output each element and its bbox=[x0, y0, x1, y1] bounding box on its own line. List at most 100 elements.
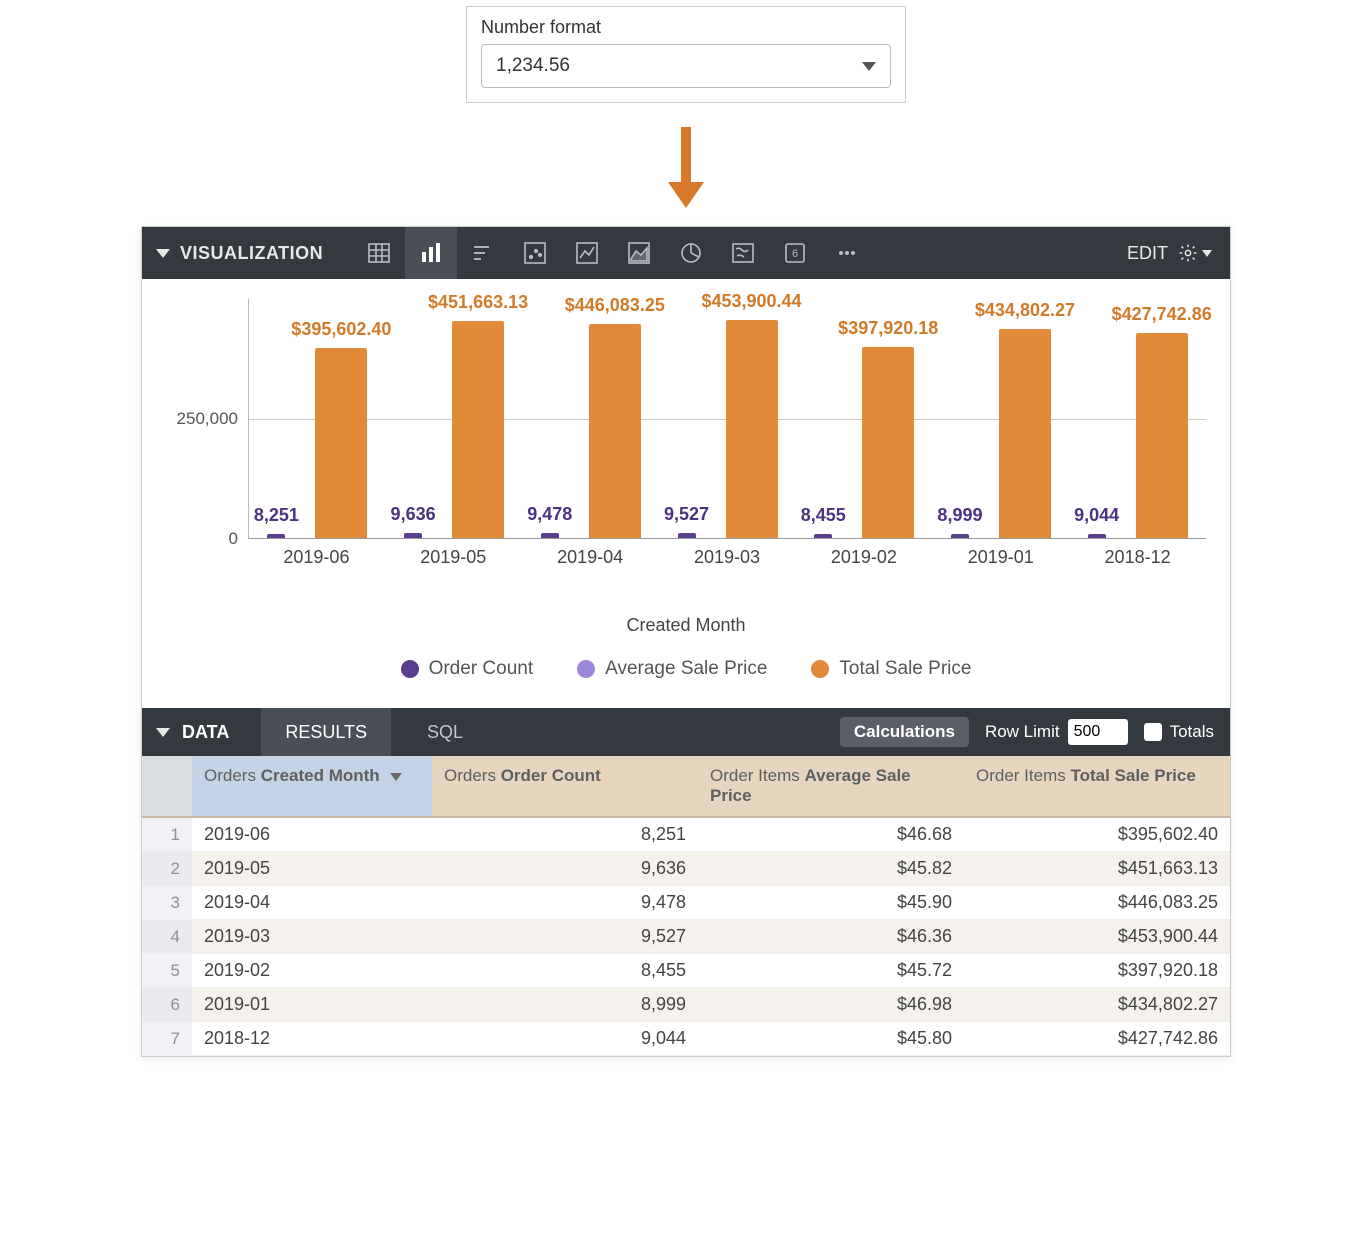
legend-item-order-count[interactable]: Order Count bbox=[401, 658, 534, 680]
cell-avg: $46.68 bbox=[698, 817, 964, 852]
bar-group: 9,636 $451,663.13 bbox=[386, 299, 523, 538]
more-viz-icon[interactable] bbox=[821, 227, 873, 279]
cell-month: 2019-03 bbox=[192, 920, 432, 954]
column-header-total-sale[interactable]: Order Items Total Sale Price bbox=[964, 756, 1230, 817]
bar-value-label: 9,044 bbox=[1074, 505, 1119, 526]
line-viz-icon[interactable] bbox=[561, 227, 613, 279]
bar-viz-icon[interactable] bbox=[457, 227, 509, 279]
tab-sql[interactable]: SQL bbox=[403, 708, 487, 756]
bar[interactable]: 9,527 bbox=[678, 533, 696, 538]
single-value-viz-icon[interactable]: 6 bbox=[769, 227, 821, 279]
row-limit: Row Limit bbox=[985, 719, 1128, 745]
arrow-down bbox=[668, 127, 704, 208]
cell-count: 9,044 bbox=[432, 1022, 698, 1056]
column-header-avg-sale[interactable]: Order Items Average Sale Price bbox=[698, 756, 964, 817]
visualization-header: VISUALIZATION 6 EDIT bbox=[142, 227, 1230, 279]
bar-value-label: 9,478 bbox=[527, 504, 572, 525]
table-row[interactable]: 32019-049,478$45.90$446,083.25 bbox=[142, 886, 1230, 920]
map-viz-icon[interactable] bbox=[717, 227, 769, 279]
bar-value-label: $427,742.86 bbox=[1112, 304, 1212, 325]
totals-toggle[interactable]: Totals bbox=[1144, 722, 1214, 742]
row-number: 2 bbox=[142, 852, 192, 886]
cell-count: 9,636 bbox=[432, 852, 698, 886]
svg-text:6: 6 bbox=[792, 248, 798, 260]
row-number: 7 bbox=[142, 1022, 192, 1056]
table-row[interactable]: 42019-039,527$46.36$453,900.44 bbox=[142, 920, 1230, 954]
bar-value-label: $451,663.13 bbox=[428, 292, 528, 313]
cell-avg: $45.80 bbox=[698, 1022, 964, 1056]
bar[interactable]: $397,920.18 bbox=[862, 347, 914, 538]
bar-value-label: 9,527 bbox=[664, 504, 709, 525]
edit-button[interactable]: EDIT bbox=[1127, 243, 1168, 264]
cell-avg: $46.98 bbox=[698, 988, 964, 1022]
bar[interactable]: $453,900.44 bbox=[726, 320, 778, 538]
bar-group: 8,999 $434,802.27 bbox=[933, 299, 1070, 538]
arrow-head-icon bbox=[668, 182, 704, 208]
number-format-box: Number format 1,234.56 bbox=[466, 6, 906, 103]
results-table: Orders Created Month Orders Order Count … bbox=[142, 756, 1230, 1056]
legend-dot-icon bbox=[811, 660, 829, 678]
bar-value-label: 8,999 bbox=[937, 505, 982, 526]
scatter-viz-icon[interactable] bbox=[509, 227, 561, 279]
legend-dot-icon bbox=[577, 660, 595, 678]
rownum-header bbox=[142, 756, 192, 817]
number-format-select[interactable]: 1,234.56 bbox=[481, 44, 891, 88]
visualization-title: VISUALIZATION bbox=[180, 243, 323, 264]
area-viz-icon[interactable] bbox=[613, 227, 665, 279]
bar[interactable]: 8,455 bbox=[814, 534, 832, 538]
table-row[interactable]: 52019-028,455$45.72$397,920.18 bbox=[142, 954, 1230, 988]
bar[interactable]: 9,478 bbox=[541, 533, 559, 538]
cell-month: 2019-01 bbox=[192, 988, 432, 1022]
column-header-order-count[interactable]: Orders Order Count bbox=[432, 756, 698, 817]
bar-value-label: $397,920.18 bbox=[838, 318, 938, 339]
row-number: 3 bbox=[142, 886, 192, 920]
table-row[interactable]: 12019-068,251$46.68$395,602.40 bbox=[142, 817, 1230, 852]
x-tick-label: 2019-06 bbox=[248, 539, 385, 568]
bar-value-label: 8,251 bbox=[254, 505, 299, 526]
viz-settings-button[interactable] bbox=[1178, 243, 1212, 263]
data-header: DATA RESULTS SQL Calculations Row Limit … bbox=[142, 708, 1230, 756]
bar[interactable]: 8,251 bbox=[267, 534, 285, 538]
pie-viz-icon[interactable] bbox=[665, 227, 717, 279]
cell-total: $446,083.25 bbox=[964, 886, 1230, 920]
chart-legend: Order Count Average Sale Price Total Sal… bbox=[162, 658, 1210, 680]
bar[interactable]: 8,999 bbox=[951, 534, 969, 538]
collapse-caret-icon[interactable] bbox=[156, 249, 170, 258]
data-title: DATA bbox=[182, 722, 229, 743]
table-row[interactable]: 62019-018,999$46.98$434,802.27 bbox=[142, 988, 1230, 1022]
column-viz-icon[interactable] bbox=[405, 227, 457, 279]
row-number: 5 bbox=[142, 954, 192, 988]
table-viz-icon[interactable] bbox=[353, 227, 405, 279]
calculations-button[interactable]: Calculations bbox=[840, 717, 969, 747]
chevron-down-icon bbox=[1202, 250, 1212, 257]
bar[interactable]: 9,044 bbox=[1088, 534, 1106, 538]
plot-area: 8,251 $395,602.40 9,636 $451,663.13 9,478 $44… bbox=[248, 299, 1206, 539]
y-tick: 250,000 bbox=[177, 409, 238, 429]
bar[interactable]: $395,602.40 bbox=[315, 348, 367, 538]
bar-group: 9,478 $446,083.25 bbox=[522, 299, 659, 538]
bar-value-label: 9,636 bbox=[391, 504, 436, 525]
sort-desc-icon bbox=[390, 773, 402, 781]
legend-item-total-sale[interactable]: Total Sale Price bbox=[811, 658, 971, 680]
looker-panel: VISUALIZATION 6 EDIT bbox=[141, 226, 1231, 1057]
bar[interactable]: $427,742.86 bbox=[1136, 333, 1188, 538]
table-row[interactable]: 72018-129,044$45.80$427,742.86 bbox=[142, 1022, 1230, 1056]
x-tick-label: 2019-01 bbox=[932, 539, 1069, 568]
bar[interactable]: $451,663.13 bbox=[452, 321, 504, 538]
bar[interactable]: 9,636 bbox=[404, 533, 422, 538]
tab-results[interactable]: RESULTS bbox=[261, 708, 391, 756]
row-limit-input[interactable] bbox=[1068, 719, 1128, 745]
cell-count: 8,455 bbox=[432, 954, 698, 988]
cell-avg: $45.82 bbox=[698, 852, 964, 886]
checkbox-icon bbox=[1144, 723, 1162, 741]
cell-month: 2019-04 bbox=[192, 886, 432, 920]
collapse-caret-icon[interactable] bbox=[156, 728, 170, 737]
bar[interactable]: $446,083.25 bbox=[589, 324, 641, 538]
bar[interactable]: $434,802.27 bbox=[999, 329, 1051, 538]
legend-item-avg-sale[interactable]: Average Sale Price bbox=[577, 658, 767, 680]
legend-label: Average Sale Price bbox=[605, 658, 767, 680]
table-row[interactable]: 22019-059,636$45.82$451,663.13 bbox=[142, 852, 1230, 886]
row-number: 1 bbox=[142, 817, 192, 852]
column-header-created-month[interactable]: Orders Created Month bbox=[192, 756, 432, 817]
number-format-label: Number format bbox=[481, 17, 891, 38]
